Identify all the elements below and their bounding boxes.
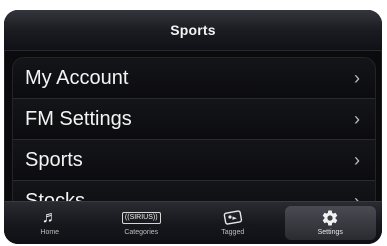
- tab-categories[interactable]: ((SIRIUS)) Categories: [96, 202, 188, 244]
- tab-label-categories: Categories: [124, 229, 159, 236]
- tab-tagged[interactable]: Tagged: [187, 202, 279, 244]
- tab-home[interactable]: ♬ Home: [4, 202, 96, 244]
- list-item-label: Sports: [25, 148, 83, 171]
- page-title: Sports: [170, 22, 216, 38]
- radio-logo-text: ((SIRIUS)): [121, 212, 161, 224]
- list-item-fm-settings[interactable]: FM Settings ›: [13, 99, 375, 140]
- list-item-label: My Account: [25, 66, 129, 89]
- list-item-sports[interactable]: Sports ›: [13, 140, 375, 181]
- tab-settings[interactable]: Settings: [284, 206, 376, 240]
- title-bar: Sports: [4, 10, 382, 51]
- screen: Sports My Account › FM Settings › Sports…: [4, 10, 382, 244]
- radio-logo-icon: ((SIRIUS)): [121, 209, 161, 227]
- list-item-label: FM Settings: [25, 107, 132, 130]
- tab-label-tagged: Tagged: [221, 229, 245, 236]
- chevron-right-icon: ›: [354, 149, 360, 170]
- chevron-right-icon: ›: [354, 67, 360, 88]
- tab-label-home: Home: [40, 229, 60, 236]
- device: Sports My Account › FM Settings › Sports…: [0, 0, 387, 246]
- tab-bar: ♬ Home ((SIRIUS)) Categories Tagged Sett…: [4, 201, 382, 244]
- settings-list: My Account › FM Settings › Sports › Stoc…: [12, 57, 376, 224]
- tag-icon: [222, 209, 244, 227]
- tab-label-settings: Settings: [317, 229, 343, 236]
- gear-icon: [321, 209, 339, 227]
- chevron-right-icon: ›: [354, 108, 360, 129]
- list-item-my-account[interactable]: My Account ›: [13, 58, 375, 99]
- music-note-icon: ♬: [41, 209, 58, 226]
